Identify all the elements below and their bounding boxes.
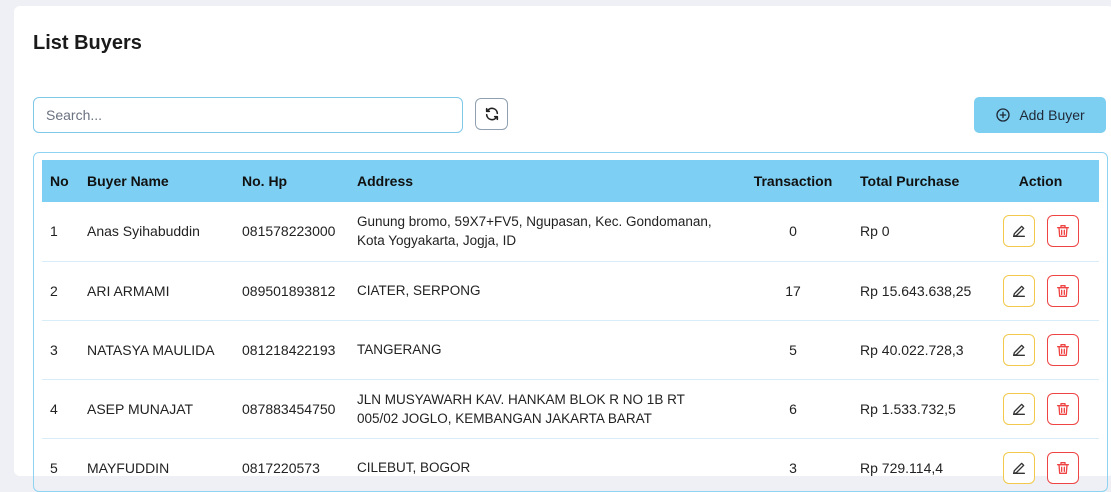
cell-no: 4 <box>50 400 58 417</box>
pencil-icon <box>1012 403 1025 415</box>
delete-button[interactable] <box>1046 392 1079 425</box>
table-header-row: No Buyer Name No. Hp Address Transaction… <box>42 160 1099 202</box>
table-row: 5 MAYFUDDIN 0817220573 CILEBUT, BOGOR 3 … <box>42 438 1099 491</box>
cell-action <box>982 202 1099 261</box>
add-buyer-button[interactable]: Add Buyer <box>974 97 1106 133</box>
cell-total-purchase: Rp 40.022.728,3 <box>860 341 964 358</box>
trash-icon <box>1056 343 1069 356</box>
search-input[interactable] <box>33 97 463 133</box>
edit-button[interactable] <box>1002 274 1035 307</box>
cell-no: 2 <box>50 282 58 299</box>
refresh-icon <box>485 107 498 121</box>
header-transaction: Transaction <box>753 173 833 189</box>
cell-total-purchase: Rp 15.643.638,25 <box>860 282 972 299</box>
plus-circle-icon <box>996 108 1010 122</box>
cell-address: CIATER, SERPONG <box>357 283 481 298</box>
edit-button[interactable] <box>1002 392 1035 425</box>
table-row: 1 Anas Syihabuddin 081578223000 Gunung b… <box>42 202 1099 261</box>
edit-button[interactable] <box>1002 333 1035 366</box>
cell-transaction: 3 <box>789 459 797 476</box>
table-row: 4 ASEP MUNAJAT 087883454750 JLN MUSYAWAR… <box>42 379 1099 438</box>
header-phone: No. Hp <box>242 173 288 189</box>
pencil-icon <box>1012 344 1025 356</box>
cell-phone: 081578223000 <box>242 223 336 240</box>
cell-address: TANGERANG <box>357 342 442 357</box>
table-row: 3 NATASYA MAULIDA 081218422193 TANGERANG… <box>42 320 1099 379</box>
header-buyer-name: Buyer Name <box>87 173 169 189</box>
trash-icon <box>1056 284 1069 297</box>
edit-button[interactable] <box>1002 215 1035 248</box>
cell-phone: 089501893812 <box>242 282 336 299</box>
cell-transaction: 17 <box>785 282 801 299</box>
cell-transaction: 0 <box>789 223 797 240</box>
cell-buyer-name: ARI ARMAMI <box>87 282 170 299</box>
refresh-button[interactable] <box>475 98 508 130</box>
delete-button[interactable] <box>1046 215 1079 248</box>
cell-no: 1 <box>50 223 58 240</box>
cell-phone: 081218422193 <box>242 341 336 358</box>
add-buyer-label: Add Buyer <box>1019 107 1085 123</box>
cell-buyer-name: MAYFUDDIN <box>87 459 170 476</box>
header-address: Address <box>357 173 414 189</box>
delete-button[interactable] <box>1046 333 1079 366</box>
cell-buyer-name: ASEP MUNAJAT <box>87 400 194 417</box>
cell-address: CILEBUT, BOGOR <box>357 460 471 475</box>
cell-transaction: 5 <box>789 341 797 358</box>
cell-action <box>982 438 1099 491</box>
header-no: No <box>50 173 69 189</box>
pencil-icon <box>1012 285 1025 297</box>
delete-button[interactable] <box>1046 274 1079 307</box>
cell-phone: 087883454750 <box>242 400 336 417</box>
cell-transaction: 6 <box>789 400 797 417</box>
cell-no: 3 <box>50 341 58 358</box>
cell-buyer-name: NATASYA MAULIDA <box>87 341 215 358</box>
header-total-purchase: Total Purchase <box>860 173 960 189</box>
cell-total-purchase: Rp 729.114,4 <box>860 459 944 476</box>
cell-action <box>982 261 1099 320</box>
cell-buyer-name: Anas Syihabuddin <box>87 223 200 240</box>
cell-address: Gunung bromo, 59X7+FV5, Ngupasan, Kec. G… <box>357 214 712 249</box>
cell-action <box>982 379 1099 438</box>
trash-icon <box>1056 402 1069 415</box>
page-title: List Buyers <box>33 32 142 54</box>
buyers-table: No Buyer Name No. Hp Address Transaction… <box>42 160 1099 491</box>
cell-action <box>982 320 1099 379</box>
cell-no: 5 <box>50 459 58 476</box>
cell-phone: 0817220573 <box>242 459 320 476</box>
cell-total-purchase: Rp 1.533.732,5 <box>860 400 956 417</box>
buyers-card: List Buyers Add Buyer No Buyer Name No. … <box>14 6 1111 492</box>
header-action: Action <box>1018 173 1063 189</box>
table-row: 2 ARI ARMAMI 089501893812 CIATER, SERPON… <box>42 261 1099 320</box>
pencil-icon <box>1012 225 1025 238</box>
trash-icon <box>1056 225 1069 238</box>
cell-address: JLN MUSYAWARH KAV. HANKAM BLOK R NO 1B R… <box>357 391 685 426</box>
cell-total-purchase: Rp 0 <box>860 223 890 240</box>
buyers-table-container: No Buyer Name No. Hp Address Transaction… <box>33 152 1108 492</box>
